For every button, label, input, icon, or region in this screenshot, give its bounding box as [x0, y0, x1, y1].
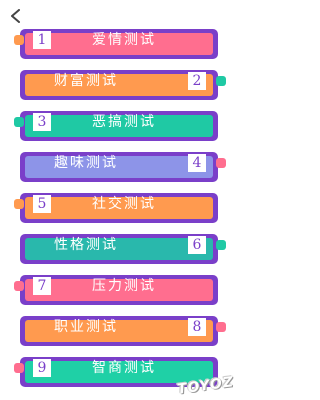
item-title: 性格测试	[54, 237, 118, 253]
item-title: 趣味测试	[54, 155, 118, 171]
test-item-career[interactable]: 8 职业测试	[20, 316, 226, 346]
test-item-prank[interactable]: 3 恶搞测试	[14, 111, 218, 141]
item-title: 职业测试	[54, 319, 118, 335]
item-tab	[216, 322, 226, 332]
item-number-badge: 2	[188, 72, 206, 90]
test-item-social[interactable]: 5 社交测试	[14, 193, 218, 223]
item-number-badge: 9	[33, 359, 51, 377]
item-tab	[216, 76, 226, 86]
item-number-badge: 3	[33, 113, 51, 131]
item-number-badge: 4	[188, 154, 206, 172]
test-item-fun[interactable]: 4 趣味测试	[20, 152, 226, 182]
item-number-badge: 7	[33, 277, 51, 295]
test-item-love[interactable]: 1 爱情测试	[14, 29, 218, 59]
test-item-personality[interactable]: 6 性格测试	[20, 234, 226, 264]
test-item-wealth[interactable]: 2 财富测试	[20, 70, 226, 100]
item-tab	[14, 281, 24, 291]
item-title: 社交测试	[92, 196, 156, 212]
item-tab	[216, 158, 226, 168]
item-tab	[14, 117, 24, 127]
test-item-stress[interactable]: 7 压力测试	[14, 275, 218, 305]
item-tab	[14, 363, 24, 373]
item-tab	[216, 240, 226, 250]
item-title: 恶搞测试	[92, 114, 156, 130]
test-category-list: 1 爱情测试 2 财富测试 3 恶搞测试 4 趣味测试 5 社交测试 6 性格测…	[0, 0, 240, 400]
item-number-badge: 6	[188, 236, 206, 254]
item-number-badge: 8	[188, 318, 206, 336]
item-title: 智商测试	[92, 360, 156, 376]
item-tab	[14, 35, 24, 45]
item-title: 爱情测试	[92, 32, 156, 48]
item-title: 财富测试	[54, 73, 118, 89]
item-number-badge: 5	[33, 195, 51, 213]
item-title: 压力测试	[92, 278, 156, 294]
item-tab	[14, 199, 24, 209]
item-number-badge: 1	[33, 31, 51, 49]
